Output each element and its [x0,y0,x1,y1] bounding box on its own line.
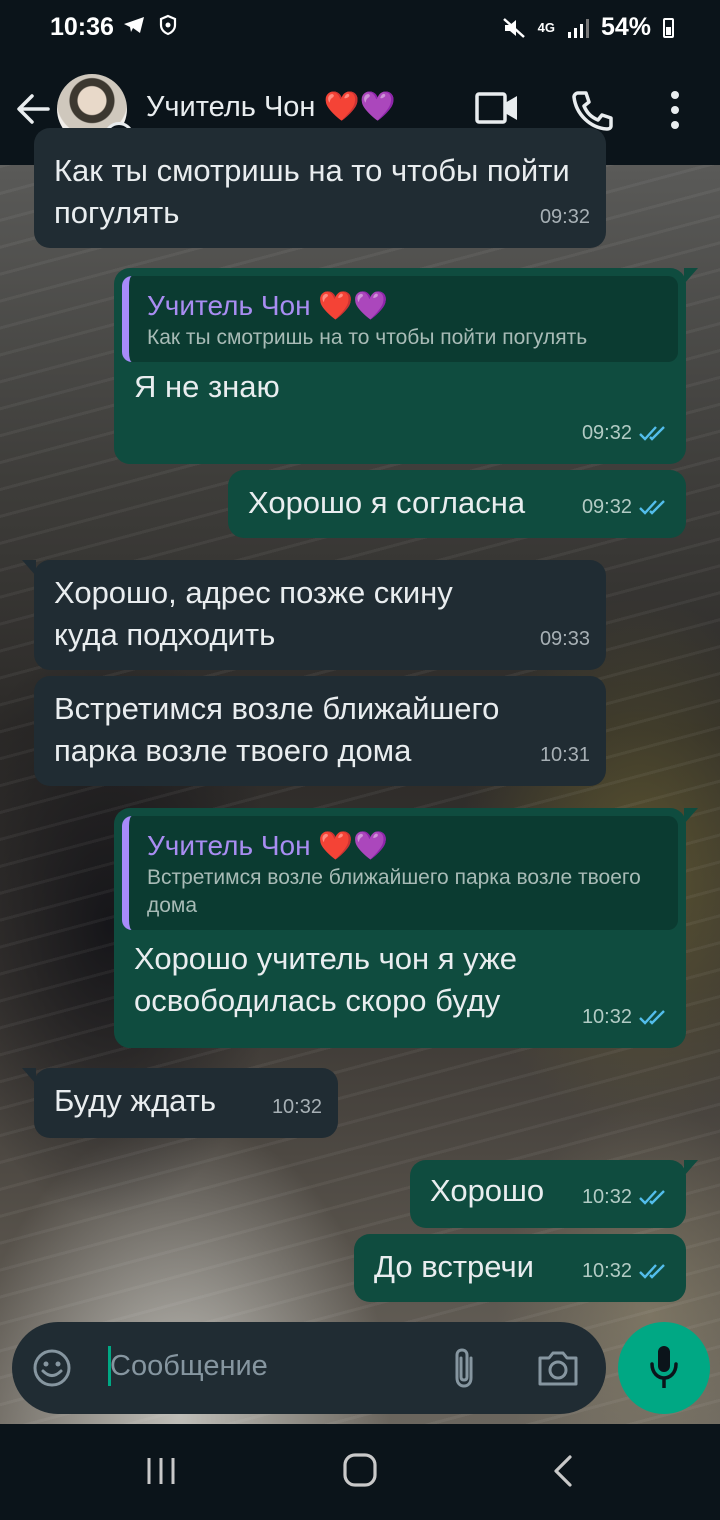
outgoing-message[interactable]: Хорошо я согласна 09:32 [228,470,686,538]
message-time: 09:32 [581,496,632,518]
battery-icon [663,17,674,38]
message-time: 09:32 [539,206,590,228]
outgoing-message[interactable]: Учитель Чон ❤️💜 Как ты смотришь на то чт… [114,268,698,464]
voice-record-button[interactable] [618,1322,710,1414]
message-time: 10:32 [581,1186,632,1208]
read-ticks-icon [639,426,665,441]
video-call-icon[interactable] [474,88,520,128]
quote-text: Как ты смотришь на то чтобы пойти погуля… [147,326,588,349]
attach-icon[interactable] [450,1346,480,1390]
message-composer: Сообщение [12,1322,606,1414]
quote-text: Встретимся возле ближайшего парка возле … [147,866,641,917]
message-text: Встретимся возле ближайшего парка возле … [54,691,500,768]
telegram-icon [124,17,144,33]
message-time: 10:31 [539,744,590,766]
mute-icon [502,17,525,38]
phone-icon[interactable] [570,88,614,132]
status-bar: 10:36 4G 54% [0,0,720,58]
incoming-message[interactable]: Встретимся возле ближайшего парка возле … [34,676,606,786]
reply-quote[interactable]: Учитель Чон ❤️💜 Как ты смотришь на то чт… [122,276,678,362]
nav-back-icon[interactable] [550,1454,576,1488]
contact-name[interactable]: Учитель Чон ❤️💜 [146,90,396,124]
message-time: 10:32 [581,1260,632,1282]
outgoing-message[interactable]: Хорошо 10:32 [410,1160,698,1228]
signal-icon [567,18,589,38]
read-ticks-icon [639,500,665,515]
message-text: Хорошо учитель чон я уже освободилась ск… [134,941,518,1018]
message-text: Как ты смотришь на то чтобы пойти погуля… [54,153,570,230]
quote-author: Учитель Чон ❤️💜 [147,830,389,861]
message-time: 09:32 [581,422,632,444]
message-time: 10:32 [581,1006,632,1028]
home-icon[interactable] [342,1452,378,1488]
incoming-message[interactable]: Как ты смотришь на то чтобы пойти погуля… [34,128,606,248]
message-time: 10:32 [271,1096,322,1118]
recent-apps-icon[interactable] [144,1456,178,1486]
incoming-message[interactable]: Хорошо, адрес позже скину куда подходить… [22,560,606,670]
camera-icon[interactable] [536,1348,580,1388]
emoji-icon[interactable] [32,1348,72,1388]
back-arrow-icon[interactable] [14,86,54,132]
message-time: 09:33 [539,628,590,650]
message-input[interactable]: Сообщение [110,1350,268,1383]
network-type: 4G [537,19,555,35]
reply-quote[interactable]: Учитель Чон ❤️💜 Встретимся возле ближайш… [122,816,678,930]
incoming-message[interactable]: Буду ждать 10:32 [22,1068,338,1138]
message-text: Я не знаю [134,369,280,404]
mic-icon [650,1346,678,1388]
shield-icon [160,14,177,36]
outgoing-message[interactable]: Учитель Чон ❤️💜 Встретимся возле ближайш… [114,808,698,1048]
battery-percent: 54% [600,13,651,41]
system-nav-bar [0,1424,720,1520]
read-ticks-icon [639,1190,665,1205]
clock: 10:36 [50,13,114,41]
quote-author: Учитель Чон ❤️💜 [147,290,389,321]
read-ticks-icon [639,1264,665,1279]
outgoing-message[interactable]: До встречи 10:32 [354,1234,686,1302]
read-ticks-icon [639,1010,665,1025]
message-text: Хорошо, адрес позже скину куда подходить [54,575,453,652]
more-vert-icon[interactable] [668,90,682,130]
